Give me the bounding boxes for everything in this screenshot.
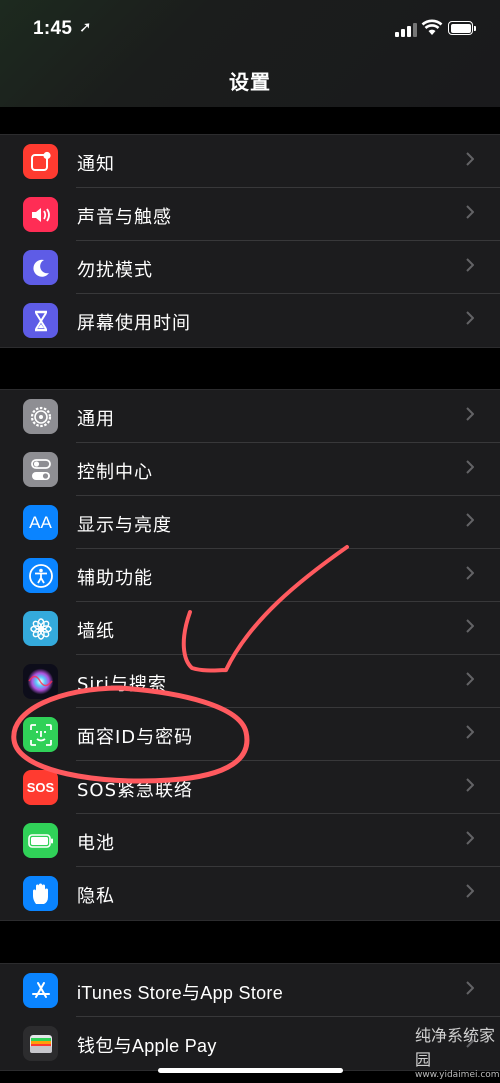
battery-status-icon	[448, 21, 476, 35]
wallet-icon	[23, 1026, 58, 1061]
settings-row-label: SOS紧急联络	[77, 780, 194, 801]
settings-row-label: iTunes Store与App Store	[77, 983, 284, 1003]
header-background: 1:45 ➚ 设置	[0, 0, 500, 107]
settings-row-label: Siri与搜索	[77, 674, 167, 695]
settings-row-label: 隐私	[77, 886, 115, 907]
settings-row-face-id[interactable]: 面容ID与密码	[0, 708, 500, 761]
settings-row-label: 通用	[77, 409, 115, 430]
chevron-right-icon	[466, 566, 474, 580]
page-title: 设置	[229, 70, 271, 94]
settings-row-app-store[interactable]: iTunes Store与App Store	[0, 964, 500, 1017]
wifi-icon	[421, 19, 443, 35]
settings-group-2: 通用 控制中心 AA 显示与亮度 辅助功能 墙纸 Siri与搜索 面容ID与密码…	[0, 389, 500, 921]
accessibility-icon	[23, 558, 58, 593]
settings-row-screen-time[interactable]: 屏幕使用时间	[0, 294, 500, 347]
settings-row-label: 辅助功能	[77, 568, 153, 589]
settings-row-label: 面容ID与密码	[77, 727, 194, 748]
sounds-icon	[23, 197, 58, 232]
chevron-right-icon	[466, 407, 474, 421]
watermark-url: www.yidaimei.com	[415, 1070, 500, 1080]
chevron-right-icon	[466, 672, 474, 686]
settings-row-label: 屏幕使用时间	[77, 313, 191, 334]
settings-row-display[interactable]: AA 显示与亮度	[0, 496, 500, 549]
settings-row-sounds[interactable]: 声音与触感	[0, 188, 500, 241]
sos-icon: SOS	[23, 770, 58, 805]
settings-row-general[interactable]: 通用	[0, 390, 500, 443]
settings-row-label: 墙纸	[77, 621, 115, 642]
settings-row-label: 钱包与Apple Pay	[77, 1036, 217, 1056]
settings-row-label: 声音与触感	[77, 207, 172, 228]
location-arrow-icon: ➚	[79, 18, 92, 36]
watermark: 纯净系统家园 www.yidaimei.com	[415, 1022, 500, 1080]
settings-row-label: 电池	[77, 833, 115, 854]
cellular-signal-icon	[395, 21, 417, 37]
chevron-right-icon	[466, 884, 474, 898]
chevron-right-icon	[466, 152, 474, 166]
face-id-icon	[23, 717, 58, 752]
chevron-right-icon	[466, 258, 474, 272]
settings-row-emergency-sos[interactable]: SOS SOS紧急联络	[0, 761, 500, 814]
screen-time-icon	[23, 303, 58, 338]
chevron-right-icon	[466, 205, 474, 219]
settings-row-label: 显示与亮度	[77, 515, 172, 536]
settings-row-battery[interactable]: 电池	[0, 814, 500, 867]
wallpaper-icon	[23, 611, 58, 646]
chevron-right-icon	[466, 311, 474, 325]
status-time: 1:45	[33, 18, 73, 39]
settings-row-label: 勿扰模式	[77, 260, 153, 281]
settings-row-notifications[interactable]: 通知	[0, 135, 500, 188]
chevron-right-icon	[466, 778, 474, 792]
app-store-icon	[23, 973, 58, 1008]
settings-row-accessibility[interactable]: 辅助功能	[0, 549, 500, 602]
settings-row-label: 控制中心	[77, 462, 153, 483]
watermark-text: 纯净系统家园	[415, 1026, 496, 1069]
privacy-hand-icon	[23, 876, 58, 911]
settings-row-do-not-disturb[interactable]: 勿扰模式	[0, 241, 500, 294]
gear-icon	[23, 399, 58, 434]
control-center-icon	[23, 452, 58, 487]
settings-row-privacy[interactable]: 隐私	[0, 867, 500, 920]
chevron-right-icon	[466, 725, 474, 739]
notifications-icon	[23, 144, 58, 179]
display-icon: AA	[23, 505, 58, 540]
siri-icon	[23, 664, 58, 699]
chevron-right-icon	[466, 513, 474, 527]
battery-icon	[23, 823, 58, 858]
do-not-disturb-icon	[23, 250, 58, 285]
home-indicator[interactable]	[158, 1068, 343, 1073]
settings-row-label: 通知	[77, 154, 115, 175]
settings-group-1: 通知 声音与触感 勿扰模式 屏幕使用时间	[0, 134, 500, 348]
chevron-right-icon	[466, 831, 474, 845]
settings-row-siri[interactable]: Siri与搜索	[0, 655, 500, 708]
status-bar: 1:45 ➚	[0, 14, 500, 46]
chevron-right-icon	[466, 460, 474, 474]
settings-row-control-center[interactable]: 控制中心	[0, 443, 500, 496]
chevron-right-icon	[466, 981, 474, 995]
settings-row-wallpaper[interactable]: 墙纸	[0, 602, 500, 655]
chevron-right-icon	[466, 619, 474, 633]
